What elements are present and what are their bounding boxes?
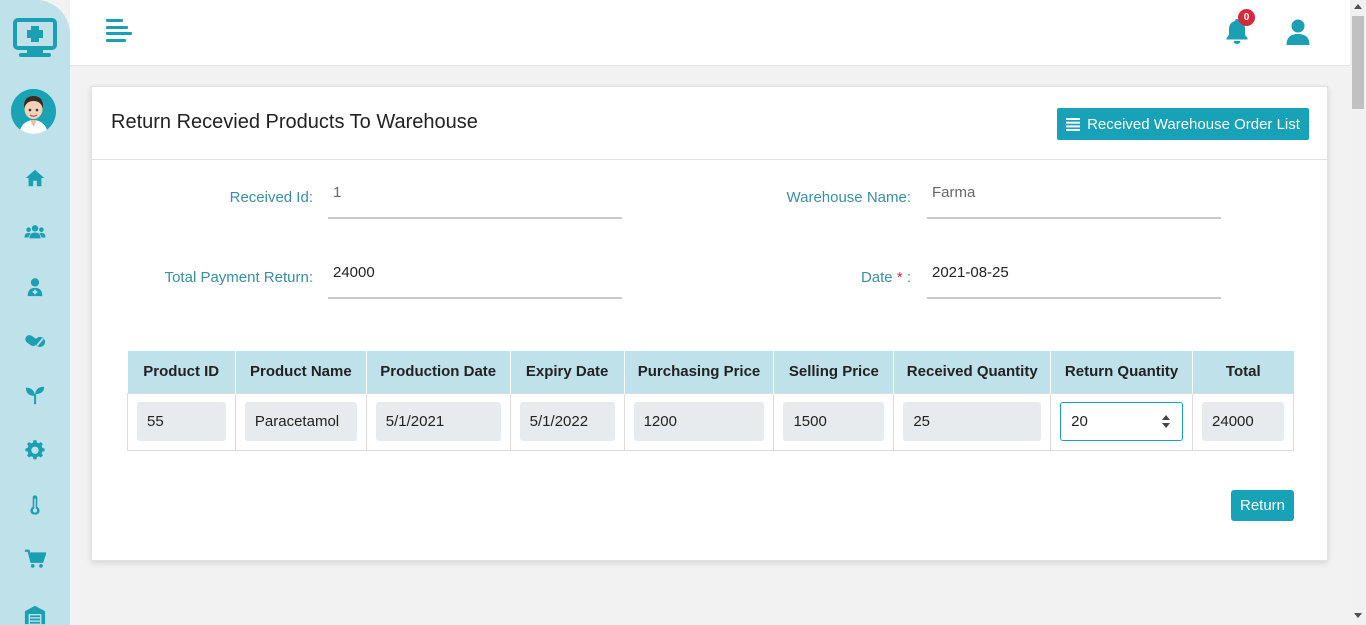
cart-icon[interactable] [23, 547, 47, 571]
column-header: Expiry Date [509, 351, 625, 393]
scroll-down-arrow-icon[interactable] [1354, 613, 1362, 618]
column-header: Total [1192, 351, 1294, 393]
table-header-row: Product ID Product Name Production Date … [127, 351, 1294, 393]
return-quantity-stepper[interactable] [1060, 402, 1184, 441]
gear-icon[interactable] [23, 438, 47, 462]
seedling-icon[interactable] [23, 383, 47, 407]
total-cell [1202, 402, 1284, 441]
received-quantity-cell [903, 402, 1042, 441]
expiry-date-cell [519, 402, 615, 441]
date-label-text: Date [860, 269, 893, 286]
column-header: Selling Price [773, 351, 894, 393]
total-payment-return-field[interactable] [328, 255, 622, 299]
purchasing-price-cell [633, 402, 765, 441]
increment-arrow-icon[interactable] [1162, 415, 1171, 420]
notification-badge[interactable]: 0 [1238, 9, 1255, 26]
home-icon[interactable] [23, 166, 47, 190]
user-icon[interactable] [1286, 19, 1310, 45]
table-row [127, 392, 1294, 451]
received-warehouse-order-list-button[interactable]: Received Warehouse Order List [1057, 108, 1309, 140]
column-header: Production Date [365, 351, 511, 393]
page-title: Return Recevied Products To Warehouse [111, 111, 478, 133]
menu-toggle-icon[interactable] [106, 19, 132, 43]
date-label-colon: : [906, 269, 911, 286]
scroll-thumb[interactable] [1352, 16, 1364, 109]
column-header: Product ID [127, 351, 236, 393]
received-id-label: Received Id: [229, 189, 313, 206]
column-header: Purchasing Price [623, 351, 774, 393]
doctor-icon[interactable] [23, 275, 47, 299]
received-id-field[interactable] [328, 175, 622, 219]
users-icon[interactable] [23, 220, 47, 244]
date-field[interactable] [927, 255, 1221, 299]
thermometer-icon[interactable] [23, 493, 47, 517]
warehouse-name-field[interactable] [927, 175, 1221, 219]
date-label: Date * : [812, 269, 911, 286]
decrement-arrow-icon[interactable] [1162, 423, 1171, 428]
production-date-cell [375, 402, 501, 441]
spin-buttons[interactable] [1162, 415, 1171, 429]
pills-icon[interactable] [23, 329, 47, 353]
column-header: Return Quantity [1050, 351, 1193, 393]
doctor-avatar[interactable] [11, 89, 56, 134]
top-bar: 0 [70, 0, 1350, 66]
selling-price-cell [783, 402, 885, 441]
return-button[interactable]: Return [1231, 490, 1294, 521]
warehouse-icon[interactable] [23, 602, 47, 625]
required-mark: * [896, 269, 903, 286]
medical-monitor-icon[interactable] [13, 18, 57, 58]
scrollbar[interactable] [1350, 0, 1366, 625]
return-products-card: Return Recevied Products To Warehouse Re… [91, 86, 1328, 561]
product-name-cell [244, 402, 357, 441]
sidebar [0, 0, 70, 625]
total-payment-return-label: Total Payment Return: [164, 269, 313, 286]
product-id-cell [137, 402, 226, 441]
warehouse-name-label: Warehouse Name: [786, 189, 912, 206]
card-header: Return Recevied Products To Warehouse Re… [92, 87, 1327, 160]
column-header: Received Quantity [893, 351, 1051, 393]
received-warehouse-order-list-label: Received Warehouse Order List [1087, 115, 1300, 133]
list-icon [1066, 117, 1081, 131]
column-header: Product Name [234, 351, 367, 393]
products-table: Product ID Product Name Production Date … [127, 351, 1294, 451]
scroll-up-arrow-icon[interactable] [1354, 4, 1362, 9]
